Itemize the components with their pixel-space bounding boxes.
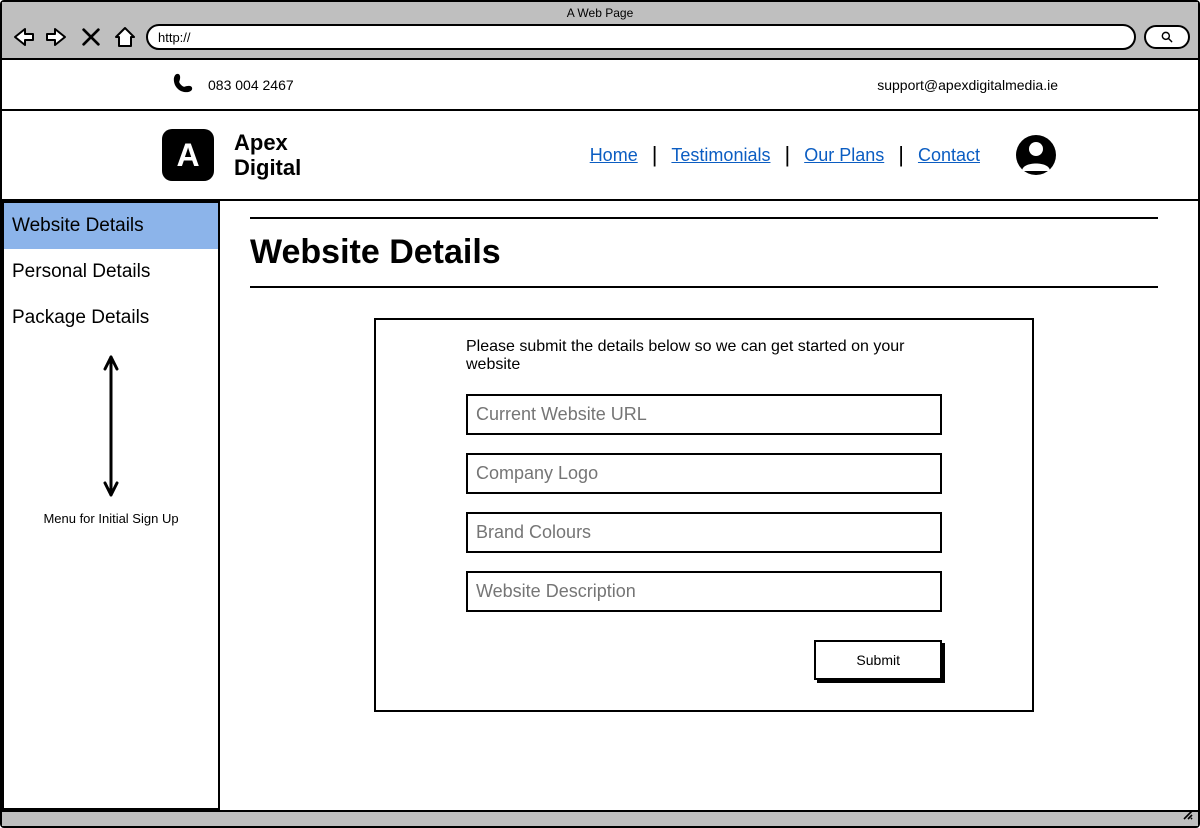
sidebar-item-package-details[interactable]: Package Details [4, 295, 218, 341]
site-header: A Apex Digital Home | Testimonials | Our… [2, 111, 1198, 201]
current-website-url-input[interactable] [466, 394, 942, 435]
phone-icon [172, 72, 194, 97]
sidebar-annotation: Menu for Initial Sign Up [4, 351, 218, 526]
url-input[interactable]: http:// [146, 24, 1136, 50]
back-icon[interactable] [10, 24, 36, 50]
phone-group: 083 004 2467 [172, 72, 294, 97]
brand-name: Apex Digital [234, 130, 301, 181]
content-area: Website Details Personal Details Package… [2, 201, 1198, 810]
phone-number: 083 004 2467 [208, 77, 294, 93]
company-logo-input[interactable] [466, 453, 942, 494]
contact-topbar: 083 004 2467 support@apexdigitalmedia.ie [2, 60, 1198, 111]
browser-toolbar: http:// [10, 24, 1190, 50]
nav-home[interactable]: Home [576, 145, 652, 166]
stop-icon[interactable] [78, 24, 104, 50]
brand-line1: Apex [234, 130, 301, 155]
sidebar-item-label: Website Details [12, 215, 144, 236]
sidebar: Website Details Personal Details Package… [2, 201, 220, 810]
sidebar-item-label: Personal Details [12, 261, 150, 282]
brand-colours-input[interactable] [466, 512, 942, 553]
search-go-button[interactable] [1144, 25, 1190, 49]
form-instruction: Please submit the details below so we ca… [466, 338, 942, 374]
sidebar-item-website-details[interactable]: Website Details [4, 203, 218, 249]
browser-title: A Web Page [10, 6, 1190, 20]
forward-icon[interactable] [44, 24, 70, 50]
brand-group: A Apex Digital [162, 129, 301, 181]
website-details-form: Please submit the details below so we ca… [374, 318, 1034, 712]
main-panel: Website Details Please submit the detail… [220, 201, 1198, 810]
nav-testimonials[interactable]: Testimonials [657, 145, 784, 166]
nav-our-plans[interactable]: Our Plans [790, 145, 898, 166]
support-email: support@apexdigitalmedia.ie [877, 77, 1058, 93]
website-description-input[interactable] [466, 571, 942, 612]
user-avatar-icon[interactable] [1014, 133, 1058, 177]
vertical-arrow-icon [103, 351, 119, 501]
brand-line2: Digital [234, 155, 301, 180]
nav-contact[interactable]: Contact [904, 145, 994, 166]
page-title: Website Details [250, 217, 1158, 288]
brand-logo-icon: A [162, 129, 214, 181]
sidebar-item-label: Package Details [12, 307, 149, 328]
sidebar-caption: Menu for Initial Sign Up [43, 511, 178, 526]
home-icon[interactable] [112, 24, 138, 50]
sidebar-item-personal-details[interactable]: Personal Details [4, 249, 218, 295]
browser-window: A Web Page http:// [0, 0, 1200, 828]
status-bar [2, 810, 1198, 826]
url-text: http:// [158, 30, 191, 45]
main-nav: Home | Testimonials | Our Plans | Contac… [576, 142, 994, 168]
browser-chrome: A Web Page http:// [2, 2, 1198, 60]
resize-grip-icon[interactable] [1182, 809, 1194, 824]
submit-button[interactable]: Submit [814, 640, 942, 680]
